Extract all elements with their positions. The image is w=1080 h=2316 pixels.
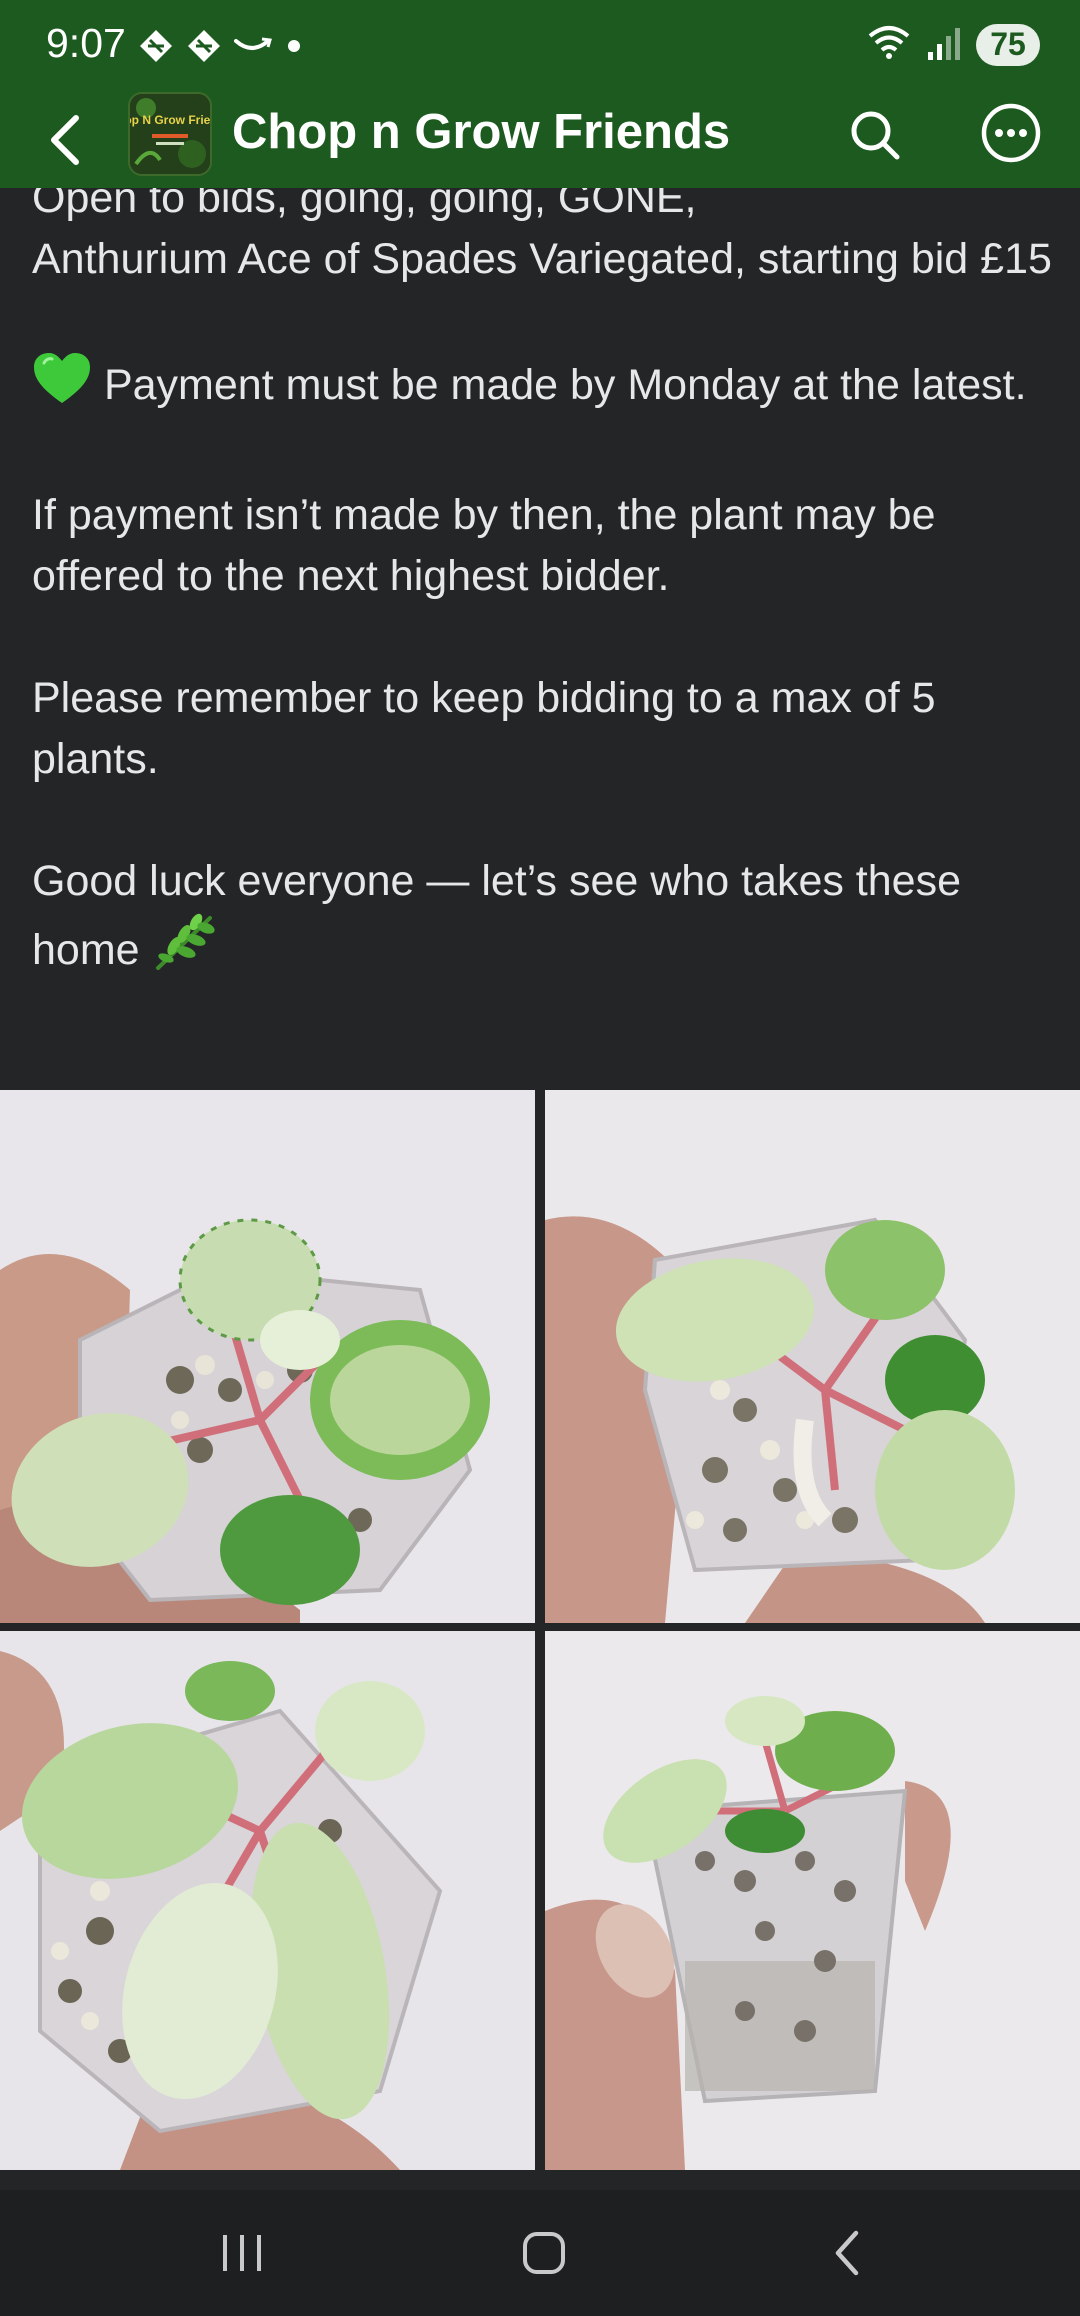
plant-photo-4[interactable] xyxy=(545,1631,1080,2170)
wifi-icon xyxy=(866,22,912,67)
status-bar: 9:07 75 xyxy=(0,0,1080,92)
battery-indicator: 75 xyxy=(976,23,1040,66)
header: 9:07 75 p N Grow Frie Chop n Grow Friend… xyxy=(0,0,1080,188)
plant-photo-2[interactable] xyxy=(545,1090,1080,1623)
dot-icon xyxy=(282,34,306,63)
back-button[interactable] xyxy=(36,102,96,178)
notification-icon xyxy=(136,26,176,71)
more-options-button[interactable] xyxy=(976,98,1046,168)
amazon-smile-icon xyxy=(232,31,274,66)
notification-icon xyxy=(184,26,224,71)
post-paragraph-deadline: If payment isn’t made by then, the plant… xyxy=(32,491,936,600)
post-line-item: Anthurium Ace of Spades Variegated, star… xyxy=(32,235,1052,283)
post-paragraph-payment: Payment must be made by Monday at the la… xyxy=(32,351,1052,424)
green-heart-icon xyxy=(32,351,92,424)
group-logo[interactable]: Chop N Grow Friends xyxy=(128,92,212,176)
logo-text: Chop N Grow Friends xyxy=(130,113,210,127)
post-text: Open to bids, going, going, GONE, Anthur… xyxy=(32,168,1052,989)
search-button[interactable] xyxy=(840,100,910,170)
home-icon[interactable] xyxy=(494,2210,594,2296)
group-name[interactable]: Chop n Grow Friends xyxy=(232,104,730,160)
system-navigation-bar xyxy=(0,2190,1080,2316)
status-time: 9:07 xyxy=(46,20,126,66)
plant-photo-1[interactable] xyxy=(0,1090,535,1623)
herb-icon xyxy=(152,912,216,989)
status-right: 75 xyxy=(866,22,1040,67)
post-paragraph-good-luck: Good luck everyone — let’s see who takes… xyxy=(32,851,1052,989)
post-paragraph-limit: Please remember to keep bidding to a max… xyxy=(32,674,936,783)
recents-icon[interactable] xyxy=(192,2210,292,2296)
app-bar: Chop N Grow Friends Chop n Grow Friends xyxy=(0,92,1080,188)
facebook-group-post-screen: Open to bids, going, going, GONE, Anthur… xyxy=(0,0,1080,2316)
payment-text: Payment must be made by Monday at the la… xyxy=(103,361,1027,409)
photo-grid xyxy=(0,1090,1080,2170)
plant-photo-3[interactable] xyxy=(0,1631,535,2170)
signal-icon xyxy=(926,22,962,67)
back-icon[interactable] xyxy=(798,2210,898,2296)
notification-icons xyxy=(136,26,306,71)
